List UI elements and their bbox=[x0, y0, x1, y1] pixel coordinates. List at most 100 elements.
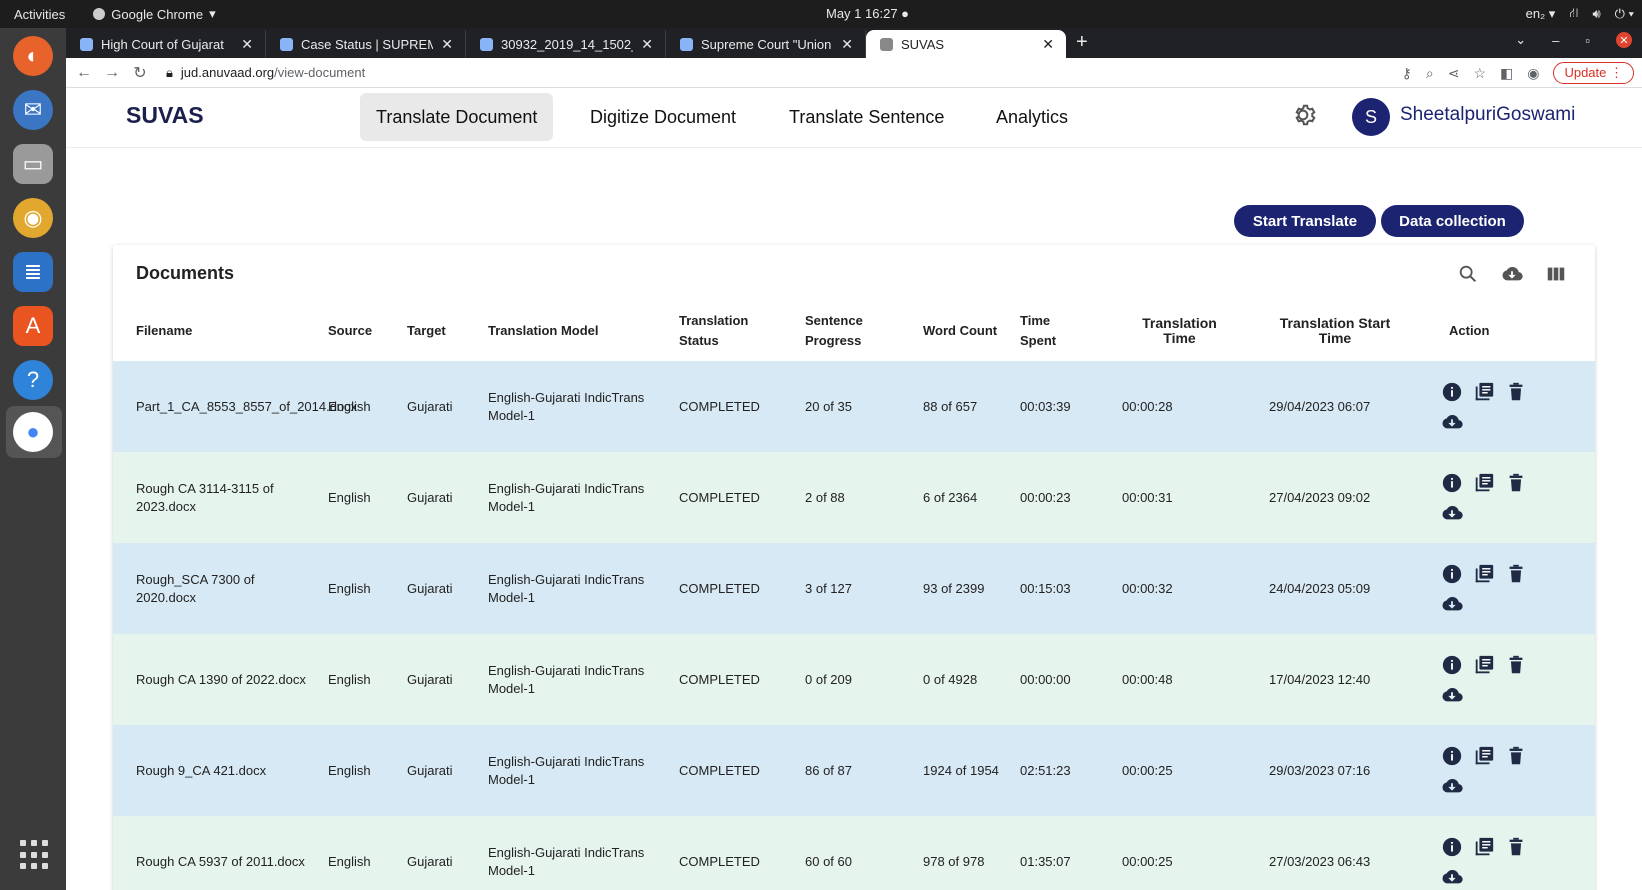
new-tab-button[interactable]: + bbox=[1066, 31, 1098, 58]
browser-tab-active[interactable]: SUVAS ✕ bbox=[866, 30, 1066, 58]
col-header-model[interactable]: Translation Model bbox=[476, 301, 667, 361]
delete-icon[interactable] bbox=[1505, 381, 1527, 403]
forward-icon[interactable]: → bbox=[98, 64, 126, 82]
view-document-icon[interactable] bbox=[1473, 563, 1495, 585]
nav-digitize-document[interactable]: Digitize Document bbox=[574, 93, 752, 141]
url-field[interactable]: 🔒︎ jud.anuvaad.org/view-document bbox=[166, 65, 365, 81]
col-header-source[interactable]: Source bbox=[316, 301, 395, 361]
nav-translate-sentence[interactable]: Translate Sentence bbox=[773, 93, 960, 141]
info-icon[interactable] bbox=[1441, 563, 1463, 585]
view-document-icon[interactable] bbox=[1473, 381, 1495, 403]
cloud-download-icon[interactable] bbox=[1501, 263, 1523, 285]
delete-icon[interactable] bbox=[1505, 836, 1527, 858]
avatar[interactable]: S bbox=[1352, 98, 1390, 136]
col-header-progress[interactable]: Sentence Progress bbox=[793, 301, 911, 361]
browser-tab[interactable]: 30932_2019_14_1502_440 ✕ bbox=[466, 30, 666, 58]
profile-icon[interactable]: ◉ bbox=[1527, 65, 1539, 82]
view-document-icon[interactable] bbox=[1473, 836, 1495, 858]
show-applications-icon[interactable] bbox=[20, 840, 50, 870]
maximize-icon[interactable]: ▫ bbox=[1585, 33, 1590, 48]
browser-tab[interactable]: Supreme Court "Union of ✕ bbox=[666, 30, 866, 58]
info-icon[interactable] bbox=[1441, 381, 1463, 403]
app-menu[interactable]: Google Chrome ▾ bbox=[93, 6, 216, 22]
col-header-time-spent[interactable]: Time Spent bbox=[1008, 301, 1100, 361]
browser-tab[interactable]: High Court of Gujarat ✕ bbox=[66, 30, 266, 58]
delete-icon[interactable] bbox=[1505, 654, 1527, 676]
network-icon[interactable]: ⛙ bbox=[1569, 5, 1578, 23]
thunderbird-icon[interactable]: ✉ bbox=[13, 90, 53, 130]
close-tab-icon[interactable]: ✕ bbox=[641, 36, 653, 53]
download-icon[interactable] bbox=[1441, 593, 1463, 615]
col-header-target[interactable]: Target bbox=[395, 301, 476, 361]
firefox-icon[interactable]: ◐ bbox=[13, 36, 53, 76]
key-icon[interactable]: ⚷ bbox=[1402, 65, 1412, 82]
cell-filename[interactable]: Rough CA 1390 of 2022.docx bbox=[113, 634, 316, 725]
rhythmbox-icon[interactable]: ◉ bbox=[13, 198, 53, 238]
table-row[interactable]: Rough CA 3114-3115 of 2023.docx English … bbox=[113, 452, 1595, 543]
minimize-icon[interactable]: – bbox=[1552, 33, 1559, 48]
cell-filename[interactable]: Rough CA 3114-3115 of 2023.docx bbox=[113, 452, 316, 543]
chrome-icon[interactable]: ● bbox=[13, 412, 53, 452]
info-icon[interactable] bbox=[1441, 836, 1463, 858]
files-icon[interactable]: ▭ bbox=[13, 144, 53, 184]
nav-analytics[interactable]: Analytics bbox=[980, 93, 1084, 141]
close-tab-icon[interactable]: ✕ bbox=[241, 36, 253, 53]
start-translate-button[interactable]: Start Translate bbox=[1234, 205, 1376, 237]
power-icon[interactable]: ⏻ ▾ bbox=[1615, 6, 1634, 22]
delete-icon[interactable] bbox=[1505, 563, 1527, 585]
info-icon[interactable] bbox=[1441, 472, 1463, 494]
view-document-icon[interactable] bbox=[1473, 654, 1495, 676]
bookmark-star-icon[interactable]: ☆ bbox=[1473, 65, 1486, 82]
download-icon[interactable] bbox=[1441, 866, 1463, 888]
input-language[interactable]: en₂ ▾ bbox=[1526, 6, 1556, 22]
reload-icon[interactable]: ↻ bbox=[126, 63, 154, 83]
view-document-icon[interactable] bbox=[1473, 745, 1495, 767]
brand-logo[interactable]: SUVAS bbox=[126, 102, 204, 129]
close-tab-icon[interactable]: ✕ bbox=[1042, 36, 1054, 53]
tab-search-icon[interactable]: ⌄ bbox=[1515, 32, 1526, 48]
col-header-filename[interactable]: Filename bbox=[113, 301, 316, 361]
info-icon[interactable] bbox=[1441, 654, 1463, 676]
search-icon[interactable] bbox=[1457, 263, 1479, 285]
activities-button[interactable]: Activities bbox=[14, 7, 65, 22]
browser-tab[interactable]: Case Status | SUPREME CC ✕ bbox=[266, 30, 466, 58]
download-icon[interactable] bbox=[1441, 684, 1463, 706]
help-icon[interactable]: ? bbox=[13, 360, 53, 400]
settings-gear-icon[interactable] bbox=[1288, 100, 1318, 130]
update-button[interactable]: Update ⋮ bbox=[1553, 62, 1634, 84]
info-icon[interactable] bbox=[1441, 745, 1463, 767]
clock[interactable]: May 1 16:27 ● bbox=[826, 6, 909, 21]
table-row[interactable]: Rough CA 5937 of 2011.docx English Gujar… bbox=[113, 816, 1595, 890]
side-panel-icon[interactable]: ◧ bbox=[1500, 65, 1513, 82]
username[interactable]: SheetalpuriGoswami bbox=[1400, 104, 1575, 126]
close-tab-icon[interactable]: ✕ bbox=[441, 36, 453, 53]
close-tab-icon[interactable]: ✕ bbox=[841, 36, 853, 53]
table-row[interactable]: Rough 9_CA 421.docx English Gujarati Eng… bbox=[113, 725, 1595, 816]
back-icon[interactable]: ← bbox=[70, 64, 98, 82]
cell-filename[interactable]: Rough CA 5937 of 2011.docx bbox=[113, 816, 316, 890]
cell-filename[interactable]: Rough_SCA 7300 of 2020.docx bbox=[113, 543, 316, 634]
col-header-word-count[interactable]: Word Count bbox=[911, 301, 1008, 361]
view-columns-icon[interactable] bbox=[1545, 263, 1567, 285]
col-header-start-time[interactable]: Translation Start Time bbox=[1247, 301, 1411, 361]
download-icon[interactable] bbox=[1441, 502, 1463, 524]
table-row[interactable]: Rough_SCA 7300 of 2020.docx English Guja… bbox=[113, 543, 1595, 634]
col-header-status[interactable]: Translation Status bbox=[667, 301, 793, 361]
delete-icon[interactable] bbox=[1505, 745, 1527, 767]
view-document-icon[interactable] bbox=[1473, 472, 1495, 494]
data-collection-button[interactable]: Data collection bbox=[1381, 205, 1524, 237]
download-icon[interactable] bbox=[1441, 411, 1463, 433]
writer-icon[interactable]: ≣ bbox=[13, 252, 53, 292]
zoom-icon[interactable]: ⌕ bbox=[1426, 65, 1434, 82]
col-header-translation-time[interactable]: Translation Time bbox=[1100, 301, 1247, 361]
table-row[interactable]: Rough CA 1390 of 2022.docx English Gujar… bbox=[113, 634, 1595, 725]
share-icon[interactable]: ⋖ bbox=[1448, 65, 1460, 82]
table-row[interactable]: Part_1_CA_8553_8557_of_2014.docx English… bbox=[113, 361, 1595, 452]
software-center-icon[interactable]: A bbox=[13, 306, 53, 346]
download-icon[interactable] bbox=[1441, 775, 1463, 797]
volume-icon[interactable]: 🔊︎ bbox=[1592, 6, 1600, 22]
cell-filename[interactable]: Rough 9_CA 421.docx bbox=[113, 725, 316, 816]
cell-filename[interactable]: Part_1_CA_8553_8557_of_2014.docx bbox=[113, 361, 357, 452]
nav-translate-document[interactable]: Translate Document bbox=[360, 93, 554, 141]
window-close-icon[interactable]: ✕ bbox=[1616, 32, 1632, 48]
